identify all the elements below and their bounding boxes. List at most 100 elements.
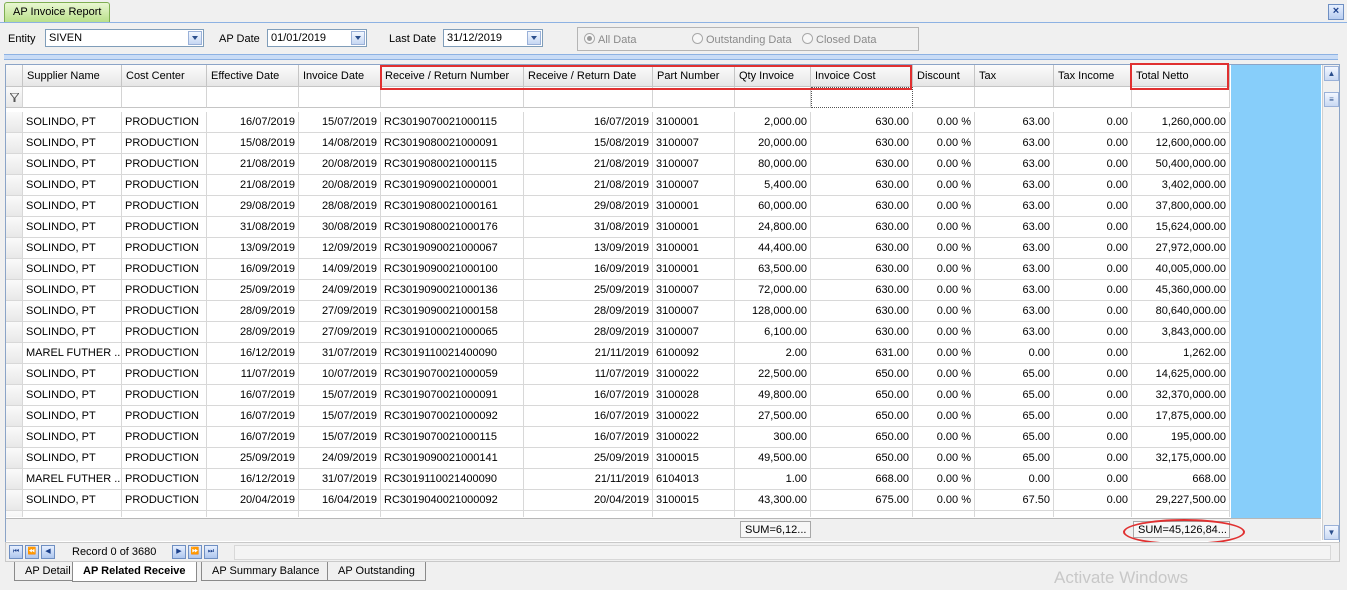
splitter[interactable]: [4, 54, 1338, 60]
tab-ap-invoice-report[interactable]: AP Invoice Report: [4, 2, 111, 22]
row-indicator[interactable]: [6, 259, 23, 280]
row-indicator[interactable]: [6, 175, 23, 196]
filter-cell[interactable]: [381, 87, 524, 108]
column-header[interactable]: Invoice Date: [299, 65, 381, 87]
table-row[interactable]: SOLINDO, PT PRODUCTION 15/08/2019 14/08/201…: [6, 133, 1230, 154]
row-indicator[interactable]: [6, 322, 23, 343]
row-indicator[interactable]: [6, 301, 23, 322]
column-header[interactable]: Total Netto: [1132, 65, 1230, 87]
column-header[interactable]: Invoice Cost: [811, 65, 913, 87]
filter-icon[interactable]: [6, 87, 23, 108]
table-row[interactable]: SOLINDO, PT PRODUCTION 25/09/2019 24/09/201…: [6, 448, 1230, 469]
row-indicator[interactable]: [6, 427, 23, 448]
filter-cell[interactable]: [1054, 87, 1132, 108]
table-cell: 630.00: [811, 238, 913, 259]
table-row[interactable]: SOLINDO, PT PRODUCTION 16/07/2019 15/07/201…: [6, 385, 1230, 406]
row-indicator[interactable]: [6, 196, 23, 217]
row-indicator[interactable]: [6, 238, 23, 259]
column-header[interactable]: Receive / Return Date: [524, 65, 653, 87]
table-row[interactable]: MAREL FUTHER ... PRODUCTION 16/12/2019 31/0…: [6, 469, 1230, 490]
scroll-down-icon[interactable]: ▼: [1324, 525, 1339, 540]
scroll-up-icon[interactable]: ▲: [1324, 66, 1339, 81]
column-header[interactable]: Effective Date: [207, 65, 299, 87]
prev-page-icon[interactable]: ⏪: [25, 545, 39, 559]
table-cell: 32,370,000.00: [1132, 385, 1230, 406]
filter-cell[interactable]: [299, 87, 381, 108]
table-cell: 21/08/2019: [207, 154, 299, 175]
column-header[interactable]: Tax Income: [1054, 65, 1132, 87]
table-row[interactable]: SOLINDO, PT PRODUCTION 16/09/2019 14/09/201…: [6, 259, 1230, 280]
row-indicator[interactable]: [6, 154, 23, 175]
chevron-down-icon[interactable]: [188, 31, 202, 45]
row-indicator[interactable]: [6, 280, 23, 301]
row-indicator[interactable]: [6, 469, 23, 490]
next-page-icon[interactable]: ⏩: [188, 545, 202, 559]
tab-ap-summary-balance[interactable]: AP Summary Balance: [201, 562, 331, 581]
table-row[interactable]: SOLINDO, PT PRODUCTION 31/08/2019 30/08/201…: [6, 217, 1230, 238]
table-row[interactable]: SOLINDO, PT PRODUCTION 13/09/2019 12/09/201…: [6, 238, 1230, 259]
filter-cell[interactable]: [653, 87, 735, 108]
next-record-icon[interactable]: ▶: [172, 545, 186, 559]
column-header[interactable]: Tax: [975, 65, 1054, 87]
tab-ap-related-receive[interactable]: AP Related Receive: [72, 562, 197, 582]
table-row[interactable]: SOLINDO, PT PRODUCTION 25/09/2019 24/09/201…: [6, 280, 1230, 301]
table-cell: 16/07/2019: [524, 112, 653, 133]
table-cell: RC3019090021000158: [381, 301, 524, 322]
table-row[interactable]: SOLINDO, PT PRODUCTION 16/07/2019 15/07/201…: [6, 427, 1230, 448]
column-header[interactable]: Supplier Name: [23, 65, 122, 87]
radio-all-data[interactable]: All Data: [584, 33, 637, 46]
radio-closed-data[interactable]: Closed Data: [802, 33, 877, 46]
prev-record-icon[interactable]: ◀: [41, 545, 55, 559]
entity-combo[interactable]: SIVEN: [45, 29, 204, 47]
filter-cell[interactable]: [913, 87, 975, 108]
column-header[interactable]: Discount: [913, 65, 975, 87]
filter-cell[interactable]: [975, 87, 1054, 108]
chevron-down-icon[interactable]: [527, 31, 541, 45]
filter-cell[interactable]: [207, 87, 299, 108]
ap-date-picker[interactable]: 01/01/2019: [267, 29, 367, 47]
table-row[interactable]: SOLINDO, PT PRODUCTION 28/09/2019 27/09/201…: [6, 322, 1230, 343]
tab-ap-outstanding[interactable]: AP Outstanding: [327, 562, 426, 581]
row-indicator[interactable]: [6, 490, 23, 511]
filter-cell[interactable]: [23, 87, 122, 108]
row-indicator[interactable]: [6, 343, 23, 364]
table-row[interactable]: SOLINDO, PT PRODUCTION 20/04/2019 16/04/201…: [6, 490, 1230, 511]
last-record-icon[interactable]: ⏭: [204, 545, 218, 559]
table-row[interactable]: SOLINDO, PT PRODUCTION 16/07/2019 15/07/201…: [6, 112, 1230, 133]
table-row[interactable]: MAREL FUTHER ... PRODUCTION 16/12/2019 31/0…: [6, 343, 1230, 364]
radio-outstanding-data[interactable]: Outstanding Data: [692, 33, 792, 46]
table-row[interactable]: SOLINDO, PT PRODUCTION 11/07/2019 10/07/201…: [6, 364, 1230, 385]
row-indicator[interactable]: [6, 133, 23, 154]
scroll-thumb[interactable]: ≡: [1324, 92, 1339, 107]
table-cell: RC3019110021400090: [381, 469, 524, 490]
filter-cell[interactable]: [1132, 87, 1230, 108]
horizontal-scrollbar[interactable]: [234, 545, 1331, 560]
row-indicator[interactable]: [6, 112, 23, 133]
first-record-icon[interactable]: ⏮: [9, 545, 23, 559]
column-header[interactable]: Part Number: [653, 65, 735, 87]
row-indicator[interactable]: [6, 217, 23, 238]
table-row[interactable]: SOLINDO, PT PRODUCTION 16/07/2019 15/07/201…: [6, 406, 1230, 427]
row-indicator[interactable]: [6, 406, 23, 427]
vertical-scrollbar[interactable]: ▲ ≡ ▼: [1322, 65, 1339, 540]
row-indicator[interactable]: [6, 364, 23, 385]
table-row[interactable]: SOLINDO, PT PRODUCTION 21/08/2019 20/08/201…: [6, 154, 1230, 175]
row-indicator[interactable]: [6, 385, 23, 406]
column-header[interactable]: Receive / Return Number: [381, 65, 524, 87]
last-date-picker[interactable]: 31/12/2019: [443, 29, 543, 47]
row-indicator[interactable]: [6, 448, 23, 469]
table-cell: PRODUCTION: [122, 490, 207, 511]
column-header[interactable]: Cost Center: [122, 65, 207, 87]
table-cell: 630.00: [811, 301, 913, 322]
close-icon[interactable]: ×: [1328, 4, 1344, 20]
chevron-down-icon[interactable]: [351, 31, 365, 45]
filter-cell[interactable]: [122, 87, 207, 108]
table-row[interactable]: SOLINDO, PT PRODUCTION 28/09/2019 27/09/201…: [6, 301, 1230, 322]
table-row[interactable]: SOLINDO, PT PRODUCTION 29/08/2019 28/08/201…: [6, 196, 1230, 217]
filter-cell[interactable]: [524, 87, 653, 108]
table-row[interactable]: SOLINDO, PT PRODUCTION 21/08/2019 20/08/201…: [6, 175, 1230, 196]
filter-cell[interactable]: [811, 87, 913, 108]
table-cell: 63.00: [975, 133, 1054, 154]
column-header[interactable]: Qty Invoice: [735, 65, 811, 87]
filter-cell[interactable]: [735, 87, 811, 108]
